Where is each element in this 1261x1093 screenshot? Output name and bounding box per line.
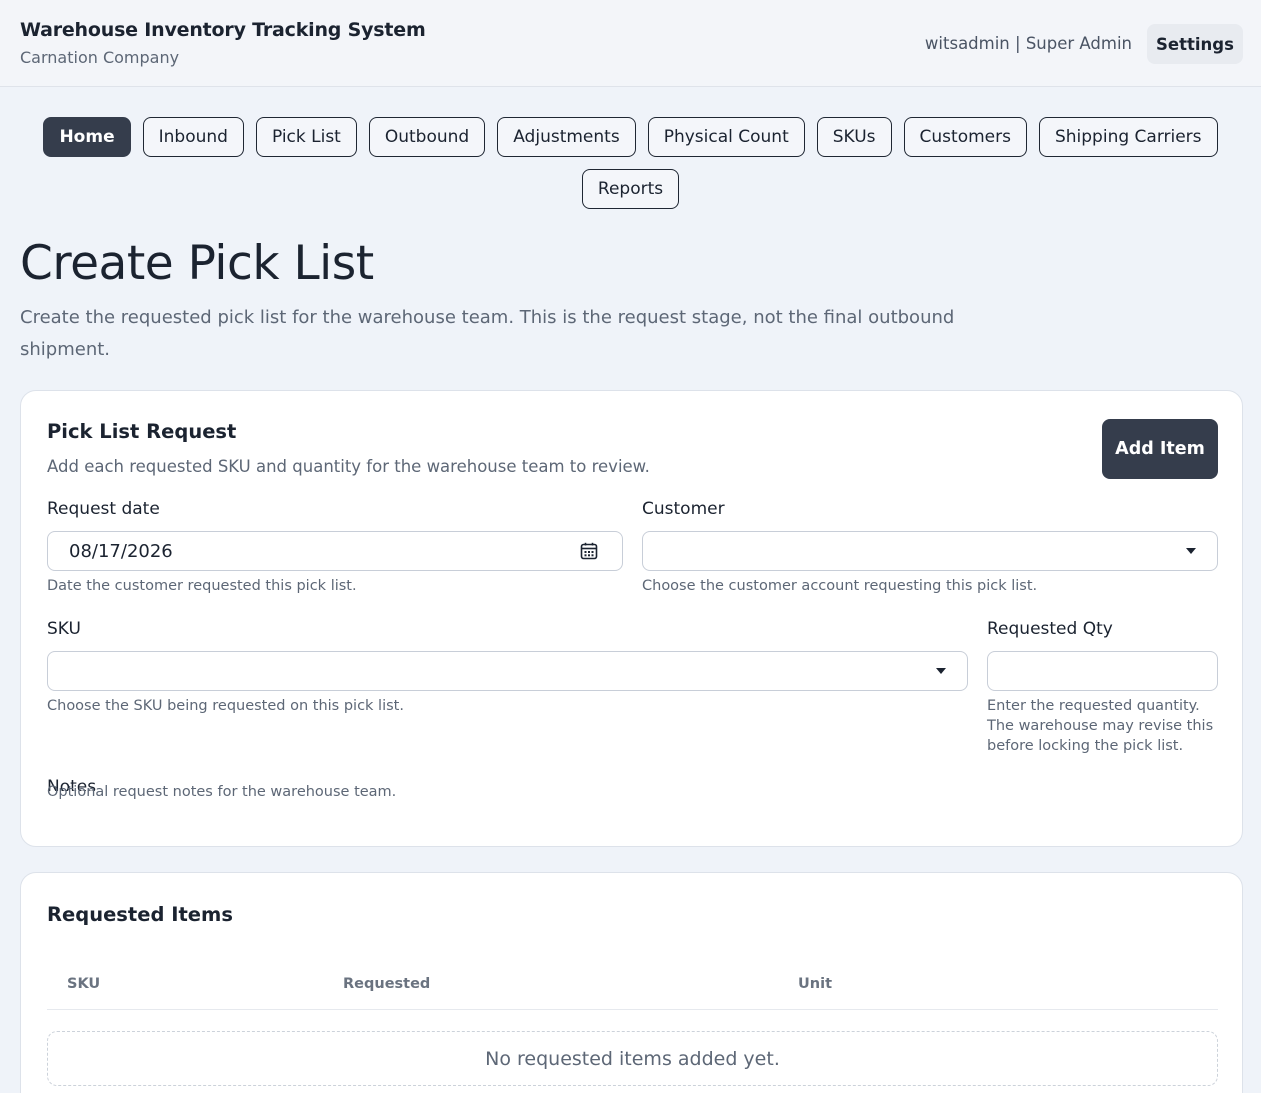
requested-items-card: Requested Items SKU Requested Unit No re… — [20, 872, 1243, 1093]
request-date-value: 08/17/2026 — [69, 541, 173, 562]
sku-label: SKU — [47, 619, 81, 639]
requested-items-title: Requested Items — [47, 903, 233, 926]
company-name: Carnation Company — [20, 48, 180, 67]
nav-shipping-carriers[interactable]: Shipping Carriers — [1038, 117, 1218, 157]
settings-button[interactable]: Settings — [1147, 24, 1243, 64]
chevron-down-icon — [936, 668, 946, 674]
customer-select[interactable] — [642, 531, 1218, 571]
column-header-requested: Requested — [343, 976, 431, 992]
page-description: Create the requested pick list for the w… — [20, 307, 955, 360]
chevron-down-icon — [1186, 548, 1196, 554]
request-date-label: Request date — [47, 499, 160, 519]
requested-qty-hint: Enter the requested quantity. The wareho… — [987, 698, 1214, 754]
pick-list-request-card: Pick List Request Add each requested SKU… — [20, 390, 1243, 847]
add-item-button[interactable]: Add Item — [1102, 419, 1218, 479]
nav-inbound[interactable]: Inbound — [142, 117, 244, 157]
column-header-unit: Unit — [798, 976, 832, 992]
requested-qty-input[interactable] — [987, 651, 1218, 691]
nav-home[interactable]: Home — [43, 117, 131, 157]
request-date-hint: Date the customer requested this pick li… — [47, 578, 357, 594]
requested-qty-label: Requested Qty — [987, 619, 1113, 639]
nav-row-1: Home Inbound Pick List Outbound Adjustme… — [0, 117, 1261, 157]
customer-hint: Choose the customer account requesting t… — [642, 578, 1038, 594]
top-bar: Warehouse Inventory Tracking System Carn… — [0, 0, 1261, 87]
card-title: Pick List Request — [47, 420, 237, 443]
empty-state: No requested items added yet. — [47, 1031, 1218, 1086]
calendar-icon[interactable] — [580, 542, 598, 560]
nav-outbound[interactable]: Outbound — [368, 117, 486, 157]
page-title: Create Pick List — [20, 236, 374, 291]
nav-row-2: Reports — [0, 169, 1261, 209]
table-header-divider — [47, 1009, 1218, 1010]
main-nav: Home Inbound Pick List Outbound Adjustme… — [0, 117, 1261, 221]
nav-reports[interactable]: Reports — [581, 169, 680, 209]
customer-label: Customer — [642, 499, 725, 519]
notes-hint: Optional request notes for the warehouse… — [47, 784, 397, 800]
nav-skus[interactable]: SKUs — [816, 117, 892, 157]
column-header-sku: SKU — [67, 976, 101, 992]
app-title: Warehouse Inventory Tracking System — [20, 19, 426, 41]
user-info: witsadmin | Super Admin — [924, 34, 1132, 53]
nav-customers[interactable]: Customers — [903, 117, 1027, 157]
nav-adjustments[interactable]: Adjustments — [497, 117, 636, 157]
sku-hint: Choose the SKU being requested on this p… — [47, 698, 404, 714]
sku-select[interactable] — [47, 651, 968, 691]
nav-pick-list[interactable]: Pick List — [255, 117, 357, 157]
card-subtitle: Add each requested SKU and quantity for … — [47, 457, 650, 476]
request-date-input[interactable]: 08/17/2026 — [47, 531, 623, 571]
nav-physical-count[interactable]: Physical Count — [647, 117, 805, 157]
